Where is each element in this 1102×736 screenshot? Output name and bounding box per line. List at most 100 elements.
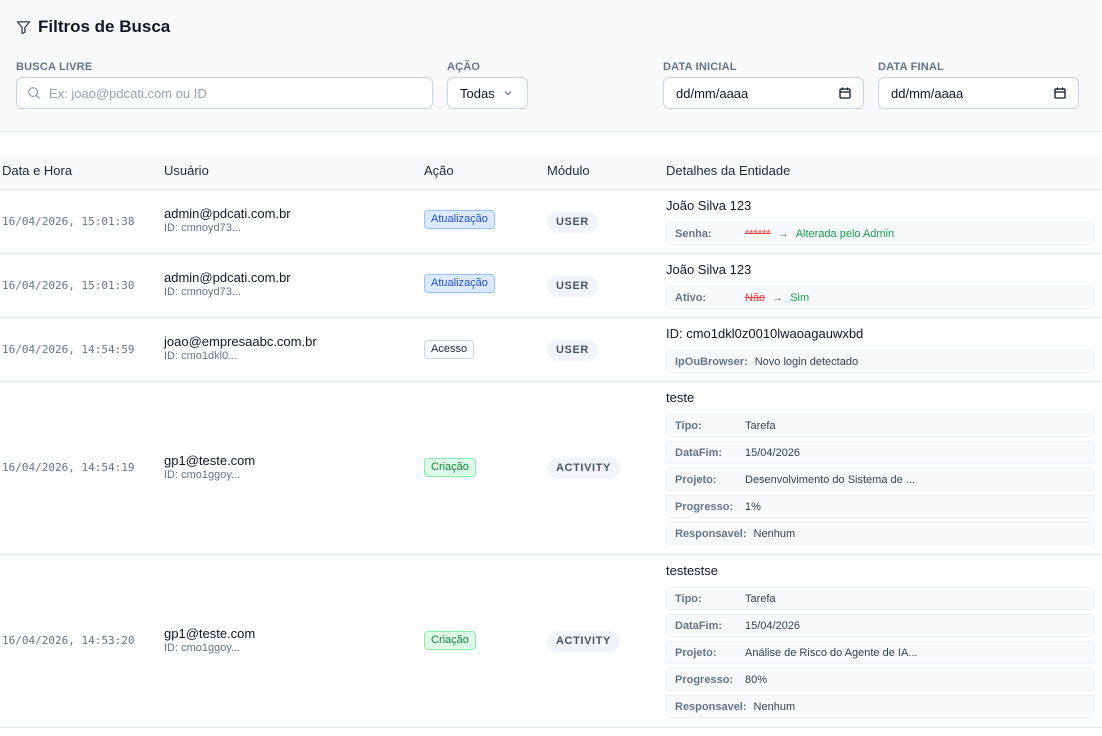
table-row: 16/04/2026, 14:53:20 gp1@teste.com ID: c… <box>0 555 1102 728</box>
user-email: gp1@teste.com <box>164 626 256 641</box>
detail-value: 80% <box>745 673 768 686</box>
row-timestamp: 16/04/2026, 14:54:59 <box>2 343 135 356</box>
user-id: ID: cmo1ggoy... <box>164 469 241 481</box>
user-id: ID: cmo1dkl0... <box>164 350 238 362</box>
search-label: BUSCA LIVRE <box>16 61 93 73</box>
action-badge: Criação <box>424 458 476 477</box>
module-badge: USER <box>547 340 598 361</box>
detail-new-value: Sim <box>790 291 810 304</box>
end-date-value: dd/mm/aaaa <box>891 85 964 101</box>
chevron-down-icon <box>504 91 512 96</box>
filter-panel: Filtros de Busca BUSCA LIVRE Ex: joao@pd… <box>0 0 1102 132</box>
detail-value: Tarefa <box>745 419 776 432</box>
row-user: admin@pdcati.com.br ID: cmnoyd73... <box>164 206 291 234</box>
detail-field: Responsavel: Nenhum <box>666 522 1094 545</box>
detail-key: Projeto: <box>675 646 717 659</box>
row-timestamp: 16/04/2026, 14:54:19 <box>2 461 135 474</box>
entity-name: testestse <box>666 563 719 578</box>
detail-key: Responsavel: <box>675 700 747 713</box>
detail-key: DataFim: <box>675 446 723 459</box>
entity-details: teste Tipo: Tarefa DataFim: 15/04/2026 P… <box>666 382 1094 545</box>
detail-key: Tipo: <box>675 419 702 432</box>
filter-title-text: Filtros de Busca <box>38 17 171 36</box>
table-row: 16/04/2026, 15:01:30 admin@pdcati.com.br… <box>0 254 1102 318</box>
filter-icon <box>16 20 31 34</box>
detail-field: Tipo: Tarefa <box>666 587 1094 610</box>
detail-field: Progresso: 1% <box>666 495 1094 518</box>
row-timestamp: 16/04/2026, 15:01:38 <box>2 215 135 228</box>
user-email: admin@pdcati.com.br <box>164 206 291 221</box>
module-badge: ACTIVITY <box>547 631 620 652</box>
action-badge: Atualização <box>424 274 495 293</box>
detail-field: DataFim: 15/04/2026 <box>666 441 1094 464</box>
detail-field: Projeto: Análise de Risco do Agente de I… <box>666 641 1094 664</box>
detail-field: Projeto: Desenvolvimento do Sistema de .… <box>666 468 1094 491</box>
table-row: 16/04/2026, 15:01:38 admin@pdcati.com.br… <box>0 190 1102 254</box>
detail-value: Nenhum <box>753 700 796 713</box>
detail-value: 15/04/2026 <box>745 446 801 459</box>
entity-name: João Silva 123 <box>666 198 752 213</box>
table-header: Data e Hora Usuário Ação Módulo Detalhes… <box>0 153 1102 190</box>
user-email: joao@empresaabc.com.br <box>164 334 317 349</box>
action-badge: Acesso <box>424 340 475 359</box>
detail-key: Progresso: <box>675 673 734 686</box>
detail-key: Ativo: <box>675 291 707 304</box>
entity-name: teste <box>666 390 695 405</box>
action-select[interactable]: Todas <box>447 77 528 109</box>
action-select-value: Todas <box>460 85 495 101</box>
detail-old-value: Não <box>745 291 766 304</box>
entity-details: ID: cmo1dkl0z0010lwaoagauwxbd IpOuBrowse… <box>666 318 1094 373</box>
row-user: admin@pdcati.com.br ID: cmnoyd73... <box>164 270 291 298</box>
detail-value: Novo login detectado <box>754 355 859 368</box>
filter-title: Filtros de Busca <box>16 17 170 37</box>
module-badge: USER <box>547 212 598 233</box>
entity-details: testestse Tipo: Tarefa DataFim: 15/04/20… <box>666 555 1094 718</box>
detail-field: Tipo: Tarefa <box>666 414 1094 437</box>
action-badge: Criação <box>424 631 476 650</box>
entity-name: João Silva 123 <box>666 262 752 277</box>
detail-key: Responsavel: <box>675 527 747 540</box>
search-icon <box>28 87 41 100</box>
detail-field: Progresso: 80% <box>666 668 1094 691</box>
calendar-icon[interactable] <box>839 87 851 99</box>
user-id: ID: cmnoyd73... <box>164 286 242 298</box>
row-user: joao@empresaabc.com.br ID: cmo1dkl0... <box>164 334 317 362</box>
column-header-module: Módulo <box>547 163 590 178</box>
row-timestamp: 16/04/2026, 14:53:20 <box>2 634 135 647</box>
end-date-input[interactable]: dd/mm/aaaa <box>878 77 1079 109</box>
detail-value: Nenhum <box>753 527 796 540</box>
calendar-icon[interactable] <box>1054 87 1066 99</box>
row-user: gp1@teste.com ID: cmo1ggoy... <box>164 453 255 481</box>
table-row: 16/04/2026, 14:54:59 joao@empresaabc.com… <box>0 318 1102 382</box>
detail-key: IpOuBrowser: <box>675 355 748 368</box>
user-email: admin@pdcati.com.br <box>164 270 291 285</box>
row-timestamp: 16/04/2026, 15:01:30 <box>2 279 135 292</box>
detail-value: Tarefa <box>745 592 776 605</box>
detail-value: 1% <box>745 500 761 513</box>
arrow-right-icon: → <box>772 291 784 304</box>
start-date-input[interactable]: dd/mm/aaaa <box>663 77 864 109</box>
column-header-details: Detalhes da Entidade <box>666 163 791 178</box>
user-id: ID: cmnoyd73... <box>164 222 242 234</box>
detail-old-value: ****** <box>745 227 771 240</box>
detail-change: Ativo: Não → Sim <box>666 286 1094 309</box>
action-label: AÇÃO <box>447 61 481 73</box>
table-row: 16/04/2026, 14:54:19 gp1@teste.com ID: c… <box>0 382 1102 555</box>
module-badge: USER <box>547 276 598 297</box>
row-user: gp1@teste.com ID: cmo1ggoy... <box>164 626 255 654</box>
detail-field: DataFim: 15/04/2026 <box>666 614 1094 637</box>
detail-key: Progresso: <box>675 500 734 513</box>
detail-key: Tipo: <box>675 592 702 605</box>
detail-field: Responsavel: Nenhum <box>666 695 1094 718</box>
end-date-label: DATA FINAL <box>878 61 944 73</box>
start-date-value: dd/mm/aaaa <box>676 85 749 101</box>
column-header-action: Ação <box>424 163 454 178</box>
start-date-label: DATA INICIAL <box>663 61 737 73</box>
search-input[interactable]: Ex: joao@pdcati.com ou ID <box>16 77 433 109</box>
detail-new-value: Alterada pelo Admin <box>795 227 895 240</box>
entity-details: João Silva 123 Ativo: Não → Sim <box>666 254 1094 309</box>
detail-value: Análise de Risco do Agente de IA... <box>745 646 918 659</box>
entity-name: ID: cmo1dkl0z0010lwaoagauwxbd <box>666 326 864 341</box>
action-badge: Atualização <box>424 210 495 229</box>
detail-change: Senha: ****** → Alterada pelo Admin <box>666 222 1094 245</box>
